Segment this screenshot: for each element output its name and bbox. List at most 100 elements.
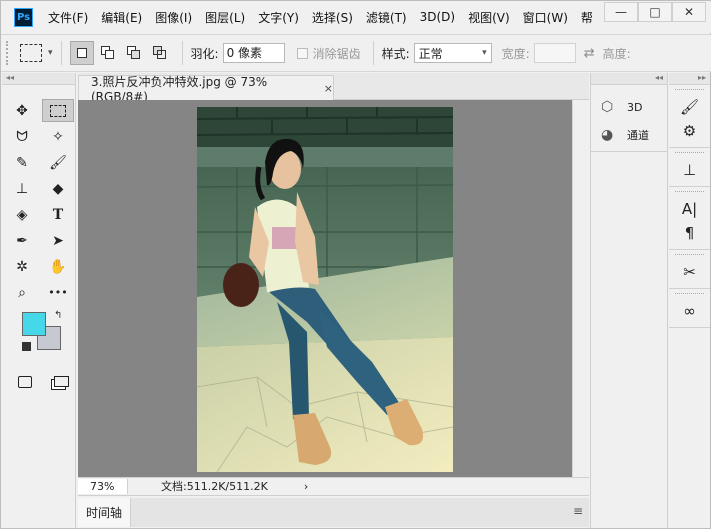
document-image[interactable] bbox=[197, 107, 453, 472]
menu-layer[interactable]: 图层(L) bbox=[205, 9, 245, 26]
default-colors-icon[interactable] bbox=[22, 342, 31, 351]
paint-bucket-tool[interactable]: ◈ bbox=[6, 203, 38, 226]
panel-channels[interactable]: ◕ 通道 bbox=[591, 121, 667, 149]
screen-mode-tool[interactable] bbox=[50, 370, 72, 393]
panel-3d-label: 3D bbox=[627, 100, 643, 114]
channels-icon: ◕ bbox=[601, 127, 614, 143]
magic-wand-tool[interactable]: ✧ bbox=[42, 125, 74, 148]
tool-presets-icon[interactable]: ✂ bbox=[669, 260, 710, 284]
close-button[interactable]: ✕ bbox=[672, 2, 706, 22]
icon-strip-expand[interactable]: ▸▸ bbox=[669, 73, 710, 85]
group-grip[interactable] bbox=[675, 89, 704, 92]
strip-group-brush: 🖌 ⚙ bbox=[669, 85, 710, 148]
style-select[interactable]: 正常 ▾ bbox=[413, 43, 492, 63]
menu-type[interactable]: 文字(Y) bbox=[258, 9, 299, 26]
character-icon[interactable]: A| bbox=[669, 197, 710, 221]
strip-group-presets: ✂ bbox=[669, 250, 710, 289]
add-selection-icon bbox=[100, 46, 115, 60]
intersect-selection-icon bbox=[152, 46, 167, 60]
timeline-strip bbox=[131, 498, 589, 527]
menu-bar: Ps 文件(F) 编辑(E) 图像(I) 图层(L) 文字(Y) 选择(S) 滤… bbox=[1, 1, 711, 33]
tools-collapse-button[interactable]: ◂◂ bbox=[2, 73, 75, 85]
move-tool[interactable]: ✥ bbox=[6, 99, 38, 122]
more-tools[interactable]: ••• bbox=[42, 281, 74, 304]
timeline-tab[interactable]: 时间轴 bbox=[78, 498, 131, 527]
menu-select[interactable]: 选择(S) bbox=[312, 9, 353, 26]
menu-help[interactable]: 帮 bbox=[581, 9, 593, 26]
group-grip[interactable] bbox=[675, 152, 704, 155]
strip-group-clone: ⊥ bbox=[669, 148, 710, 187]
brush-tool[interactable]: 🖌 bbox=[42, 151, 74, 174]
menu-3d[interactable]: 3D(D) bbox=[420, 10, 455, 24]
rect-marquee-icon bbox=[50, 104, 66, 117]
status-menu-arrow[interactable]: › bbox=[304, 480, 308, 493]
tool-grid: ✥ ᗢ ✧ ✎ 🖌 ⊥ ◆ ◈ T ✒ ➤ ✲ ✋ ⌕ ••• bbox=[2, 85, 75, 304]
rect-marquee-tool[interactable] bbox=[42, 99, 74, 122]
mode-tools bbox=[2, 370, 75, 393]
menu-view[interactable]: 视图(V) bbox=[468, 9, 510, 26]
options-grip[interactable] bbox=[6, 41, 10, 65]
collapsed-panel-column: ◂◂ ⬡ 3D ◕ 通道 bbox=[590, 73, 668, 528]
eraser-tool[interactable]: ◆ bbox=[42, 177, 74, 200]
group-grip[interactable] bbox=[675, 254, 704, 257]
vertical-scrollbar[interactable] bbox=[572, 100, 589, 477]
custom-shape-tool[interactable]: ✲ bbox=[6, 255, 38, 278]
divider bbox=[372, 41, 374, 65]
eyedropper-tool[interactable]: ✎ bbox=[6, 151, 38, 174]
new-selection-button[interactable] bbox=[69, 41, 94, 65]
menu-image[interactable]: 图像(I) bbox=[155, 9, 192, 26]
hand-tool[interactable]: ✋ bbox=[42, 255, 74, 278]
minimize-button[interactable]: — bbox=[604, 2, 638, 22]
antialias-label: 消除锯齿 bbox=[312, 46, 361, 61]
foreground-color-swatch[interactable] bbox=[22, 312, 46, 336]
subtract-selection-icon bbox=[126, 46, 141, 60]
brush-settings-icon[interactable]: 🖌 bbox=[669, 95, 710, 119]
group-grip[interactable] bbox=[675, 293, 704, 296]
new-selection-icon bbox=[76, 48, 87, 58]
add-selection-button[interactable] bbox=[96, 41, 120, 65]
lasso-tool[interactable]: ᗢ bbox=[6, 125, 38, 148]
libraries-icon[interactable]: ∞ bbox=[669, 299, 710, 323]
style-label: 样式: bbox=[381, 46, 410, 61]
zoom-level-field[interactable]: 73% bbox=[78, 478, 128, 494]
timeline-panel: 时间轴 ≡ bbox=[78, 495, 589, 528]
feather-label: 羽化: bbox=[190, 46, 219, 61]
maximize-button[interactable]: □ bbox=[638, 2, 672, 22]
feather-input[interactable]: 0 像素 bbox=[222, 43, 285, 63]
panel-3d[interactable]: ⬡ 3D bbox=[591, 93, 667, 121]
adjustments-icon[interactable]: ⚙ bbox=[669, 119, 710, 143]
swap-dimensions-icon[interactable]: ⇄ bbox=[584, 46, 595, 61]
clone-source-icon[interactable]: ⊥ bbox=[669, 158, 710, 182]
menu-edit[interactable]: 编辑(E) bbox=[101, 9, 142, 26]
menu-file[interactable]: 文件(F) bbox=[48, 9, 88, 26]
path-select-tool[interactable]: ➤ bbox=[42, 229, 74, 252]
menu-filter[interactable]: 滤镜(T) bbox=[366, 9, 407, 26]
stamp-tool[interactable]: ⊥ bbox=[6, 177, 38, 200]
close-icon[interactable]: × bbox=[324, 82, 333, 95]
group-grip[interactable] bbox=[675, 191, 704, 194]
document-tab[interactable]: 3.照片反冲负冲特效.jpg @ 73%(RGB/8#) × bbox=[78, 75, 334, 104]
menu-window[interactable]: 窗口(W) bbox=[523, 9, 568, 26]
document-info: 文档:511.2K/511.2K bbox=[161, 480, 268, 493]
divider bbox=[60, 41, 62, 65]
swap-colors-icon[interactable]: ↰ bbox=[54, 310, 62, 321]
document-tab-bar: 3.照片反冲负冲特效.jpg @ 73%(RGB/8#) × bbox=[78, 73, 589, 104]
antialias-checkbox[interactable] bbox=[296, 47, 308, 59]
paragraph-icon[interactable]: ¶ bbox=[669, 221, 710, 245]
options-bar: ▾ 羽化: 0 像素 消除锯齿 样式: 正常 ▾ 宽度: ⇄ 高度: bbox=[1, 34, 711, 72]
canvas-area[interactable] bbox=[78, 100, 572, 477]
ps-logo-icon: Ps bbox=[14, 7, 33, 27]
zoom-tool[interactable]: ⌕ bbox=[6, 281, 38, 304]
panel-column-collapse[interactable]: ◂◂ bbox=[591, 73, 667, 85]
panel-menu-icon[interactable]: ≡ bbox=[573, 504, 583, 518]
tool-preset-picker[interactable] bbox=[20, 44, 42, 62]
width-input[interactable] bbox=[533, 43, 576, 63]
pen-tool[interactable]: ✒ bbox=[6, 229, 38, 252]
type-tool[interactable]: T bbox=[42, 203, 74, 226]
window-controls: — □ ✕ bbox=[604, 2, 706, 22]
photo-canvas bbox=[197, 107, 453, 472]
intersect-selection-button[interactable] bbox=[148, 41, 172, 65]
chevron-down-icon[interactable]: ▾ bbox=[48, 48, 53, 58]
subtract-selection-button[interactable] bbox=[122, 41, 146, 65]
quick-mask-tool[interactable] bbox=[14, 370, 36, 393]
